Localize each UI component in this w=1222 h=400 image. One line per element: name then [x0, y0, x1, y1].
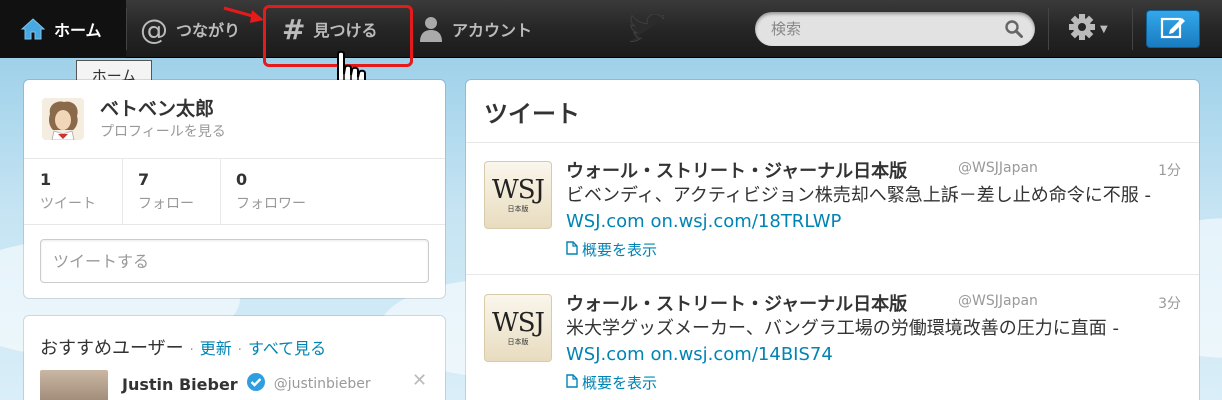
stat-label: ツイート — [40, 196, 96, 212]
search-icon[interactable] — [1005, 20, 1023, 42]
who-to-follow-title: おすすめユーザー — [40, 338, 184, 359]
tweet-author-handle[interactable]: @WSJJapan — [958, 293, 1038, 309]
separator: · — [189, 343, 194, 358]
profile-name[interactable]: ベトベン太郎 — [100, 94, 214, 121]
search-box — [755, 12, 1035, 46]
stat-following[interactable]: 7 フォロー — [138, 170, 194, 226]
nav-divider — [1048, 8, 1049, 50]
divider — [220, 159, 221, 224]
tweet-author-handle[interactable]: @WSJJapan — [958, 160, 1038, 176]
tweet-body: ビベンディ、アクティビジョン株売却へ緊急上訴－差し止め命令に不服 - — [566, 185, 1151, 206]
document-icon — [566, 240, 578, 259]
dismiss-suggestion-button[interactable]: ✕ — [412, 370, 427, 391]
timeline-card: ツイート WSJ 日本版 ウォール・ストリート・ジャーナル日本版 @WSJJap… — [466, 80, 1199, 400]
expand-label: 概要を表示 — [582, 374, 658, 392]
stat-tweets[interactable]: 1 ツイート — [40, 170, 96, 226]
expand-summary-link[interactable]: 概要を表示 — [566, 372, 657, 393]
tweet-author-name[interactable]: ウォール・ストリート・ジャーナル日本版 — [566, 157, 907, 183]
tweet-text: ビベンディ、アクティビジョン株売却へ緊急上訴－差し止め命令に不服 - WSJ.c… — [566, 183, 1181, 235]
stat-value: 0 — [236, 170, 248, 189]
tweet-link[interactable]: WSJ.com — [566, 211, 645, 232]
divider — [24, 158, 445, 159]
stat-value: 1 — [40, 170, 52, 189]
nav-home[interactable]: ホーム — [0, 0, 126, 58]
stat-value: 7 — [138, 170, 150, 189]
nav-divider — [1132, 8, 1133, 50]
document-icon — [566, 373, 578, 392]
expand-label: 概要を表示 — [582, 241, 658, 259]
separator: · — [237, 343, 242, 358]
home-icon — [20, 17, 46, 41]
view-profile-link[interactable]: プロフィールを見る — [100, 121, 226, 141]
timeline-title: ツイート — [484, 100, 580, 128]
at-icon: @ — [140, 12, 168, 46]
tweet-item[interactable]: WSJ 日本版 ウォール・ストリート・ジャーナル日本版 @WSJJapan 1分… — [466, 143, 1199, 275]
who-to-follow-header: おすすめユーザー · 更新 · すべて見る — [40, 334, 326, 360]
compose-icon — [1160, 15, 1186, 43]
stat-followers[interactable]: 0 フォロワー — [236, 170, 306, 226]
profile-card: ベトベン太郎 プロフィールを見る 1 ツイート 7 フォロー 0 フォロワー — [24, 80, 445, 298]
chevron-down-icon: ▼ — [1100, 23, 1108, 35]
tweet-author-name[interactable]: ウォール・ストリート・ジャーナル日本版 — [566, 290, 907, 316]
logo-subtext: 日本版 — [507, 205, 529, 213]
gear-icon — [1068, 13, 1096, 45]
nav-divider — [126, 8, 127, 50]
person-icon — [418, 15, 444, 43]
view-all-link[interactable]: すべて見る — [248, 335, 326, 359]
user-name: Justin Bieber — [122, 374, 238, 394]
avatar[interactable]: WSJ 日本版 — [484, 161, 552, 229]
tweet-body: 米大学グッズメーカー、バングラ工場の労働環境改善の圧力に直面 - — [566, 318, 1119, 339]
twitter-bird-icon[interactable] — [629, 13, 668, 46]
nav-account[interactable]: アカウント — [418, 0, 532, 58]
avatar[interactable] — [42, 98, 84, 140]
logo-subtext: 日本版 — [507, 338, 529, 346]
avatar[interactable]: WSJ 日本版 — [484, 294, 552, 362]
divider — [122, 159, 123, 224]
suggested-user[interactable]: Justin Bieber @justinbieber — [122, 372, 371, 396]
stat-label: フォロー — [138, 196, 194, 212]
nav-home-label: ホーム — [54, 21, 102, 40]
tweet-timestamp[interactable]: 1分 — [1158, 160, 1181, 180]
refresh-link[interactable]: 更新 — [200, 335, 232, 359]
verified-badge-icon — [246, 372, 266, 396]
divider — [24, 224, 445, 225]
who-to-follow-card: おすすめユーザー · 更新 · すべて見る Justin Bieber @jus… — [24, 316, 445, 400]
search-input[interactable] — [755, 12, 995, 46]
expand-summary-link[interactable]: 概要を表示 — [566, 239, 657, 260]
top-navigation-bar: ホーム @ つながり # 見つける アカウント 検索 ▼ — [0, 0, 1222, 58]
settings-menu[interactable]: ▼ — [1062, 12, 1122, 46]
divider — [466, 274, 1199, 275]
avatar[interactable] — [40, 370, 108, 400]
tweet-link[interactable]: WSJ.com — [566, 344, 645, 365]
tweet-link[interactable]: on.wsj.com/14BIS74 — [650, 344, 832, 365]
tweet-timestamp[interactable]: 3分 — [1158, 293, 1181, 313]
logo-text: WSJ — [492, 175, 545, 205]
compose-tweet-input[interactable] — [40, 239, 429, 283]
tweet-text: 米大学グッズメーカー、バングラ工場の労働環境改善の圧力に直面 - WSJ.com… — [566, 316, 1181, 368]
compose-tweet-button[interactable] — [1146, 10, 1200, 48]
tweet-link[interactable]: on.wsj.com/18TRLWP — [650, 211, 841, 232]
nav-account-label: アカウント — [452, 21, 533, 40]
user-handle: @justinbieber — [273, 376, 371, 392]
stat-label: フォロワー — [236, 196, 306, 212]
tweet-item[interactable]: WSJ 日本版 ウォール・ストリート・ジャーナル日本版 @WSJJapan 3分… — [466, 276, 1199, 400]
logo-text: WSJ — [492, 308, 545, 338]
